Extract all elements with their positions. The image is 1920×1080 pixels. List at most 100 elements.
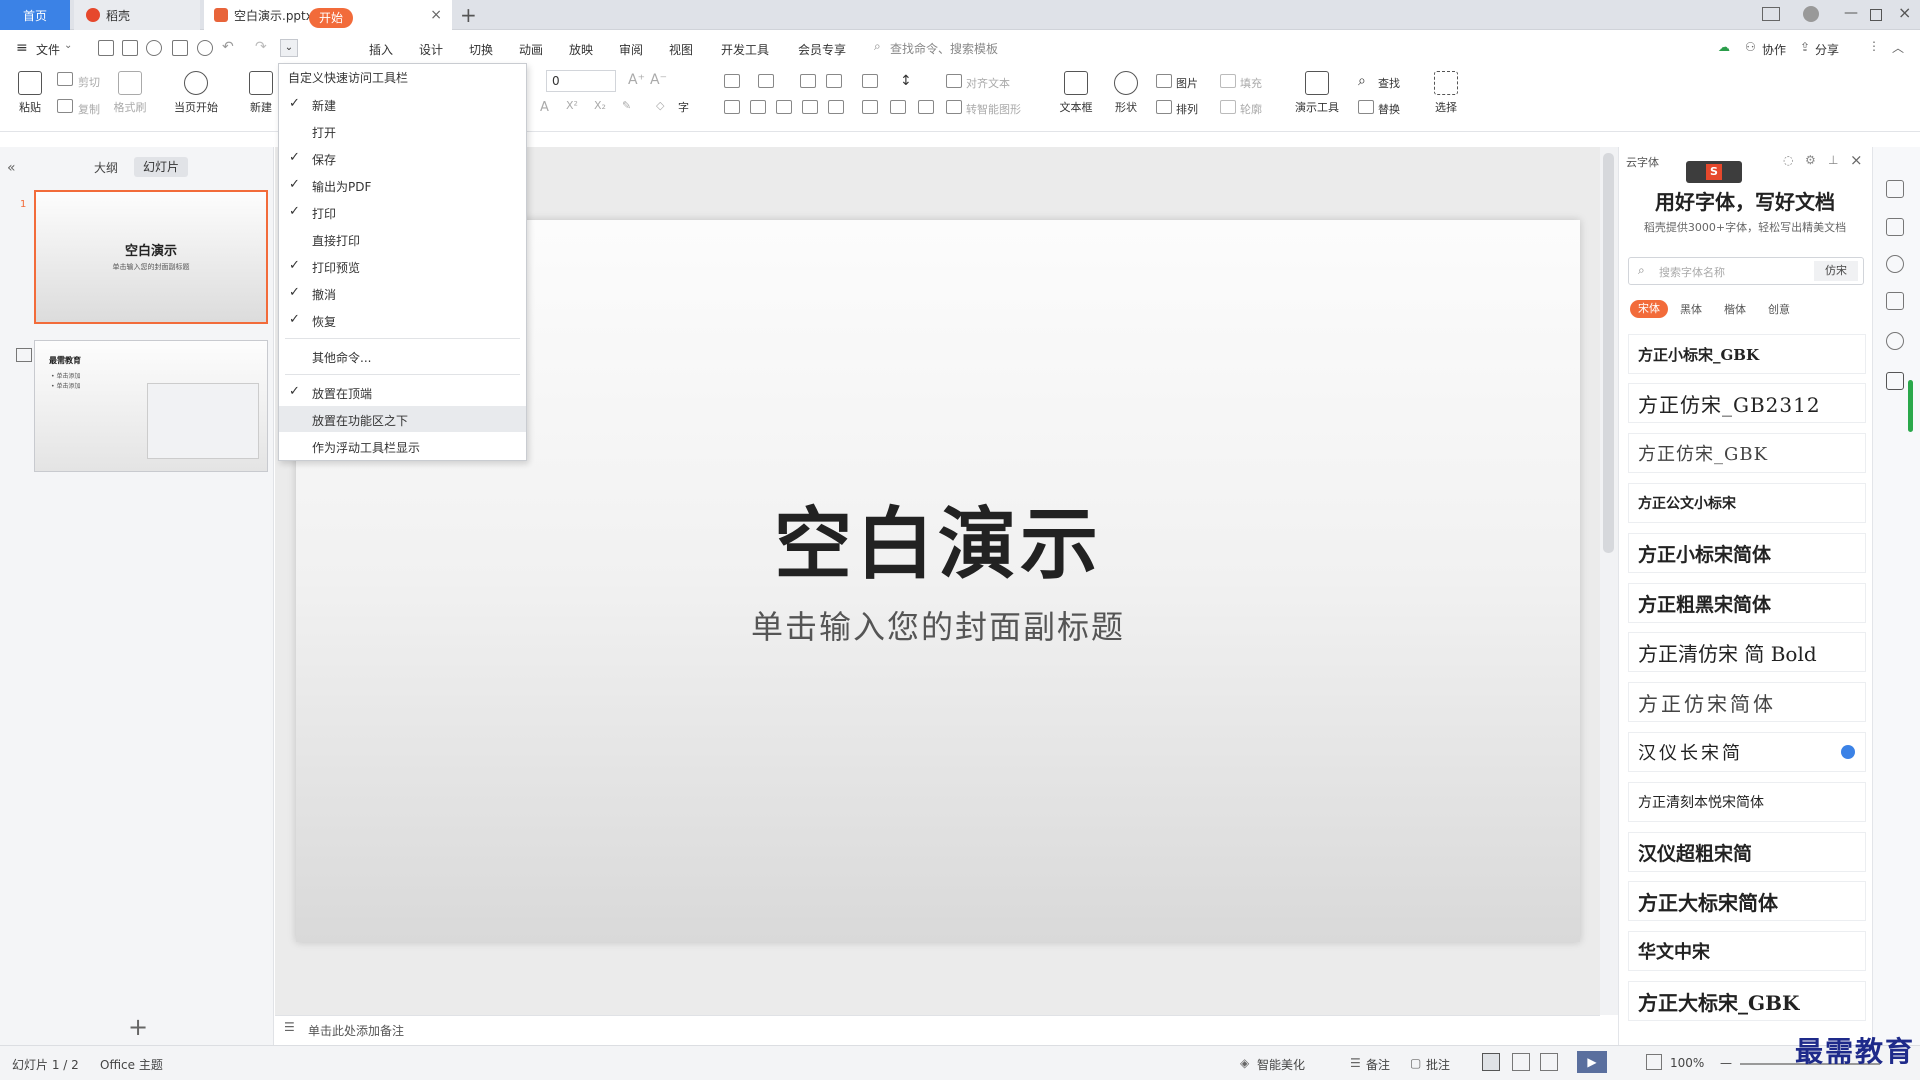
redo-icon[interactable]: ↷ xyxy=(255,39,267,55)
align-text-button[interactable]: 对齐文本 xyxy=(966,75,1010,91)
font-category-creative[interactable]: 创意 xyxy=(1768,301,1790,317)
justify-icon[interactable] xyxy=(802,100,818,114)
font-item[interactable]: 方正仿宋_GBK xyxy=(1628,433,1866,473)
tab-slides[interactable]: 幻灯片 xyxy=(134,157,188,177)
window-layout-icon[interactable] xyxy=(1762,7,1780,21)
tab-developer[interactable]: 开发工具 xyxy=(721,41,769,58)
new-tab-button[interactable]: + xyxy=(460,3,477,27)
fill-button[interactable]: 填充 xyxy=(1240,75,1262,91)
slide-thumbnail-1[interactable]: 空白演示 单击输入您的封面副标题 xyxy=(34,190,268,324)
tab-outline[interactable]: 大纲 xyxy=(94,159,118,176)
number-list-icon[interactable] xyxy=(758,74,774,88)
cloud-font-dropdown[interactable]: 云字体 xyxy=(1626,154,1659,170)
menu-item-place-top[interactable]: ✓ 放置在顶端 xyxy=(279,379,526,405)
font-settings-icon[interactable]: 字 xyxy=(678,99,689,115)
new-icon[interactable] xyxy=(98,40,114,56)
theme-name[interactable]: Office 主题 xyxy=(100,1056,163,1073)
format-painter-button[interactable]: 格式刷 xyxy=(108,71,152,115)
tab-view[interactable]: 视图 xyxy=(669,41,693,58)
slide-thumbnail-2[interactable]: 最需教育 • 单击添加 • 单击添加 xyxy=(34,340,268,472)
tab-transition[interactable]: 切换 xyxy=(469,41,493,58)
presentation-tools-button[interactable]: 演示工具 xyxy=(1288,71,1346,115)
file-menu[interactable]: 文件 xyxy=(36,41,60,58)
bullet-list-icon[interactable] xyxy=(724,74,740,88)
tab-slideshow[interactable]: 放映 xyxy=(569,41,593,58)
fit-window-icon[interactable] xyxy=(1646,1054,1662,1070)
menu-item-print-preview[interactable]: ✓ 打印预览 xyxy=(279,253,526,279)
menu-item-floating-toolbar[interactable]: 作为浮动工具栏显示 xyxy=(279,433,526,459)
font-search-input[interactable]: ⌕ 搜索字体名称 仿宋 xyxy=(1628,257,1864,285)
pdf-export-icon[interactable] xyxy=(146,40,162,56)
copy-button[interactable]: 复制 xyxy=(78,101,100,117)
font-item[interactable]: 方正清刻本悦宋简体 xyxy=(1628,782,1866,822)
play-slideshow-button[interactable]: ▶ xyxy=(1577,1051,1607,1073)
quick-access-dropdown-button[interactable]: ⌄ xyxy=(280,39,298,57)
reading-view-icon[interactable] xyxy=(1540,1053,1558,1071)
font-item[interactable]: 汉仪长宋简 xyxy=(1628,732,1866,772)
font-size-input[interactable]: 0 xyxy=(546,70,616,92)
help-icon[interactable] xyxy=(1886,332,1904,350)
arrange-button[interactable]: 排列 xyxy=(1176,101,1198,117)
print-preview-icon[interactable] xyxy=(197,40,213,56)
picture-button[interactable]: 图片 xyxy=(1176,75,1198,91)
font-category-kai[interactable]: 楷体 xyxy=(1724,301,1746,317)
comment-icon[interactable] xyxy=(1886,292,1904,310)
notes-pane[interactable] xyxy=(275,1015,1600,1045)
smart-beautify-button[interactable]: 智能美化 xyxy=(1257,1056,1305,1073)
slide-subtitle[interactable]: 单击输入您的封面副标题 xyxy=(296,602,1580,648)
tab-start[interactable]: 开始 xyxy=(309,8,353,28)
hamburger-icon[interactable]: ≡ xyxy=(16,40,28,56)
font-item[interactable]: 方正小标宋简体 xyxy=(1628,533,1866,573)
collab-button[interactable]: 协作 xyxy=(1762,41,1786,58)
superscript-icon[interactable]: X² xyxy=(566,99,578,112)
share-button[interactable]: 分享 xyxy=(1815,41,1839,58)
print-icon[interactable] xyxy=(172,40,188,56)
minimize-icon[interactable]: — xyxy=(1844,5,1858,21)
normal-view-icon[interactable] xyxy=(1482,1053,1500,1071)
line-spacing-icon[interactable] xyxy=(862,100,878,114)
paragraph-spacing-icon[interactable] xyxy=(890,100,906,114)
menu-item-open[interactable]: 打开 xyxy=(279,118,526,144)
cut-button[interactable]: 剪切 xyxy=(78,74,100,90)
text-direction-icon[interactable] xyxy=(862,74,878,88)
play-from-current-button[interactable]: 当页开始 xyxy=(166,71,226,115)
decrease-indent-icon[interactable] xyxy=(800,74,816,88)
font-item[interactable]: 方正公文小标宋 xyxy=(1628,483,1866,523)
menu-item-redo[interactable]: ✓ 恢复 xyxy=(279,307,526,333)
font-item[interactable]: 华文中宋 xyxy=(1628,931,1866,971)
close-panel-icon[interactable]: × xyxy=(1850,151,1863,169)
animation-icon[interactable] xyxy=(1886,218,1904,236)
pin-icon[interactable]: ⊥ xyxy=(1828,153,1838,167)
replace-button[interactable]: 替换 xyxy=(1378,101,1400,117)
align-right-icon[interactable] xyxy=(776,100,792,114)
textbox-button[interactable]: 文本框 xyxy=(1054,71,1098,115)
font-item[interactable]: 方正清仿宋 简 Bold xyxy=(1628,632,1866,672)
menu-item-direct-print[interactable]: 直接打印 xyxy=(279,226,526,252)
notes-placeholder[interactable]: 单击此处添加备注 xyxy=(308,1022,404,1039)
menu-item-save[interactable]: ✓ 保存 xyxy=(279,145,526,171)
select-button[interactable]: 选择 xyxy=(1428,71,1464,115)
collapse-ribbon-icon[interactable]: ︿ xyxy=(1892,39,1904,56)
font-item[interactable]: 方正仿宋_GB2312 xyxy=(1628,383,1866,423)
column-icon[interactable] xyxy=(918,100,934,114)
find-button[interactable]: 查找 xyxy=(1378,75,1400,91)
font-tool-icon[interactable] xyxy=(1886,372,1904,390)
feedback-icon[interactable]: ◌ xyxy=(1783,153,1793,167)
menu-item-print[interactable]: ✓ 打印 xyxy=(279,199,526,225)
tab-insert[interactable]: 插入 xyxy=(369,41,393,58)
properties-icon[interactable] xyxy=(1886,180,1904,198)
font-category-song[interactable]: 宋体 xyxy=(1630,300,1668,318)
comments-button[interactable]: 批注 xyxy=(1426,1056,1450,1073)
tab-design[interactable]: 设计 xyxy=(419,41,443,58)
new-slide-button[interactable]: 新建 xyxy=(244,71,278,115)
paste-button[interactable]: 粘贴 xyxy=(12,71,48,115)
shrink-font-icon[interactable]: A⁻ xyxy=(650,72,667,88)
slide-title[interactable]: 空白演示 xyxy=(296,482,1580,594)
align-left-icon[interactable] xyxy=(724,100,740,114)
avatar[interactable] xyxy=(1803,6,1819,22)
smart-graphic-button[interactable]: 转智能图形 xyxy=(966,101,1021,117)
cloud-sync-icon[interactable]: ☁ xyxy=(1718,40,1730,54)
font-item[interactable]: 方正粗黑宋简体 xyxy=(1628,583,1866,623)
command-search[interactable]: 查找命令、搜索模板 xyxy=(890,40,998,57)
increase-indent-icon[interactable] xyxy=(826,74,842,88)
